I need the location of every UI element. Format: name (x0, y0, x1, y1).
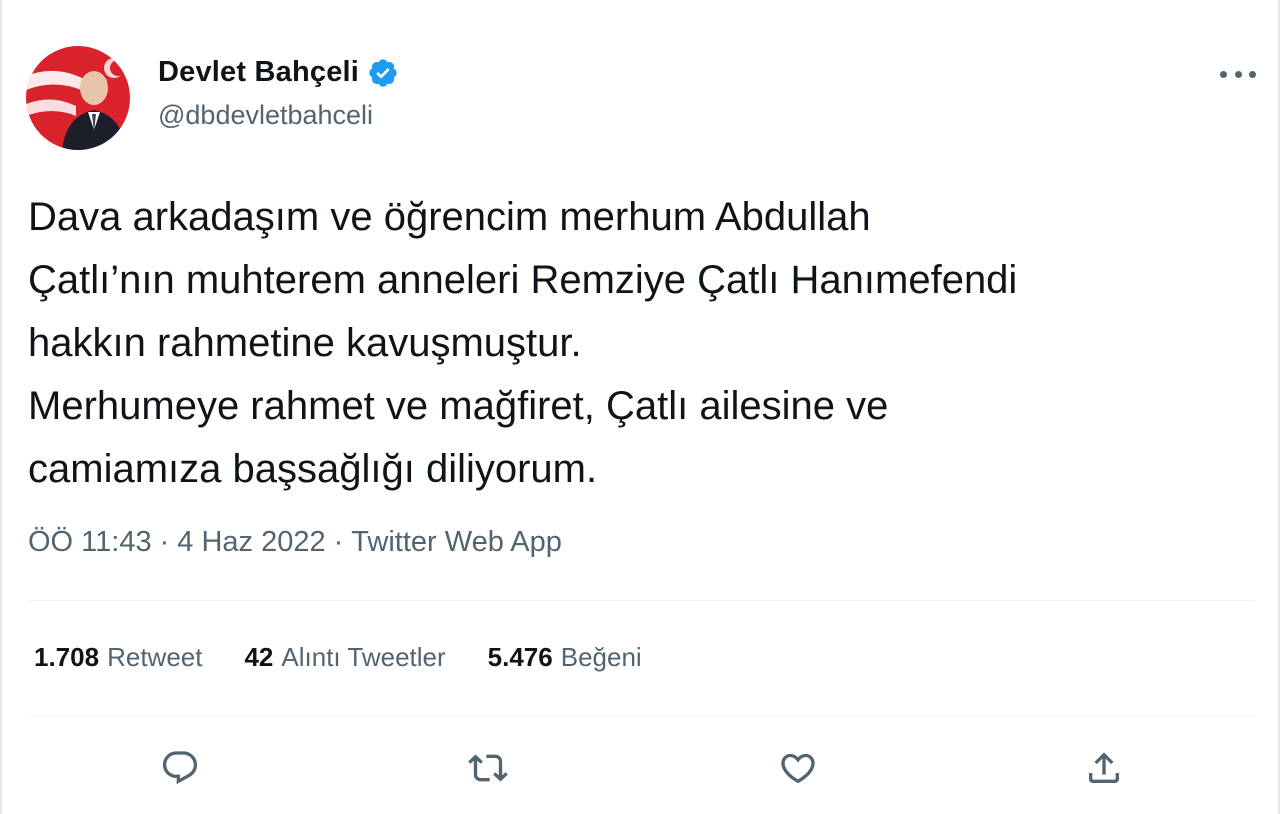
user-handle[interactable]: @dbdevletbahceli (158, 100, 373, 131)
more-dot (1220, 70, 1227, 78)
tweet-time[interactable]: ÖÖ 11:43 (28, 526, 152, 558)
retweet-count: 1.708 (34, 642, 100, 672)
tweet-stats: 1.708 Retweet 42 Alıntı Tweetler 5.476 B… (34, 642, 684, 673)
share-button[interactable] (1082, 746, 1126, 790)
tweet-date[interactable]: 4 Haz 2022 (177, 526, 325, 558)
retweet-icon (468, 754, 508, 782)
verified-badge-icon (367, 57, 399, 89)
retweet-count-link[interactable]: 1.708 Retweet (34, 642, 202, 673)
tweet-card: Devlet Bahçeli @dbdevletbahceli Dava ark… (0, 0, 1280, 814)
divider (28, 600, 1254, 601)
more-dot (1234, 70, 1242, 78)
avatar-image (26, 46, 130, 150)
author-name-row[interactable]: Devlet Bahçeli (158, 56, 399, 89)
like-count: 5.476 (487, 642, 553, 672)
tweet-line: camiamıza başsağlığı diliyorum. (28, 447, 598, 491)
more-dot (1249, 70, 1256, 78)
tweet-line: Çatlı’nın muhterem anneleri Remziye Çatl… (28, 258, 1018, 302)
quote-count-link[interactable]: 42 Alıntı Tweetler (244, 642, 445, 673)
reply-button[interactable] (158, 746, 202, 790)
tweet-line: Merhumeye rahmet ve mağfiret, Çatlı aile… (28, 384, 889, 428)
reply-icon (162, 751, 198, 785)
like-label: Beğeni (560, 642, 642, 672)
quote-label: Alıntı Tweetler (281, 642, 446, 672)
tweet-meta: ÖÖ 11:43 · 4 Haz 2022 · Twitter Web App (28, 526, 562, 559)
like-count-link[interactable]: 5.476 Beğeni (488, 642, 642, 673)
display-name[interactable]: Devlet Bahçeli (158, 56, 359, 89)
more-icon[interactable] (1220, 62, 1256, 86)
like-icon (781, 753, 815, 784)
tweet-source[interactable]: Twitter Web App (351, 526, 562, 558)
quote-count: 42 (244, 642, 274, 672)
tweet-line: hakkın rahmetine kavuşmuştur. (28, 321, 582, 365)
like-button[interactable] (776, 746, 820, 790)
tweet-text: Dava arkadaşım ve öğrencim merhum Abdull… (28, 186, 1268, 501)
avatar[interactable] (26, 46, 130, 150)
meta-separator: · (159, 526, 170, 558)
retweet-button[interactable] (466, 746, 510, 790)
retweet-label: Retweet (107, 642, 203, 672)
tweet-line: Dava arkadaşım ve öğrencim merhum Abdull… (28, 195, 871, 239)
divider (28, 716, 1254, 717)
meta-separator: · (333, 526, 344, 558)
share-icon (1089, 752, 1119, 783)
